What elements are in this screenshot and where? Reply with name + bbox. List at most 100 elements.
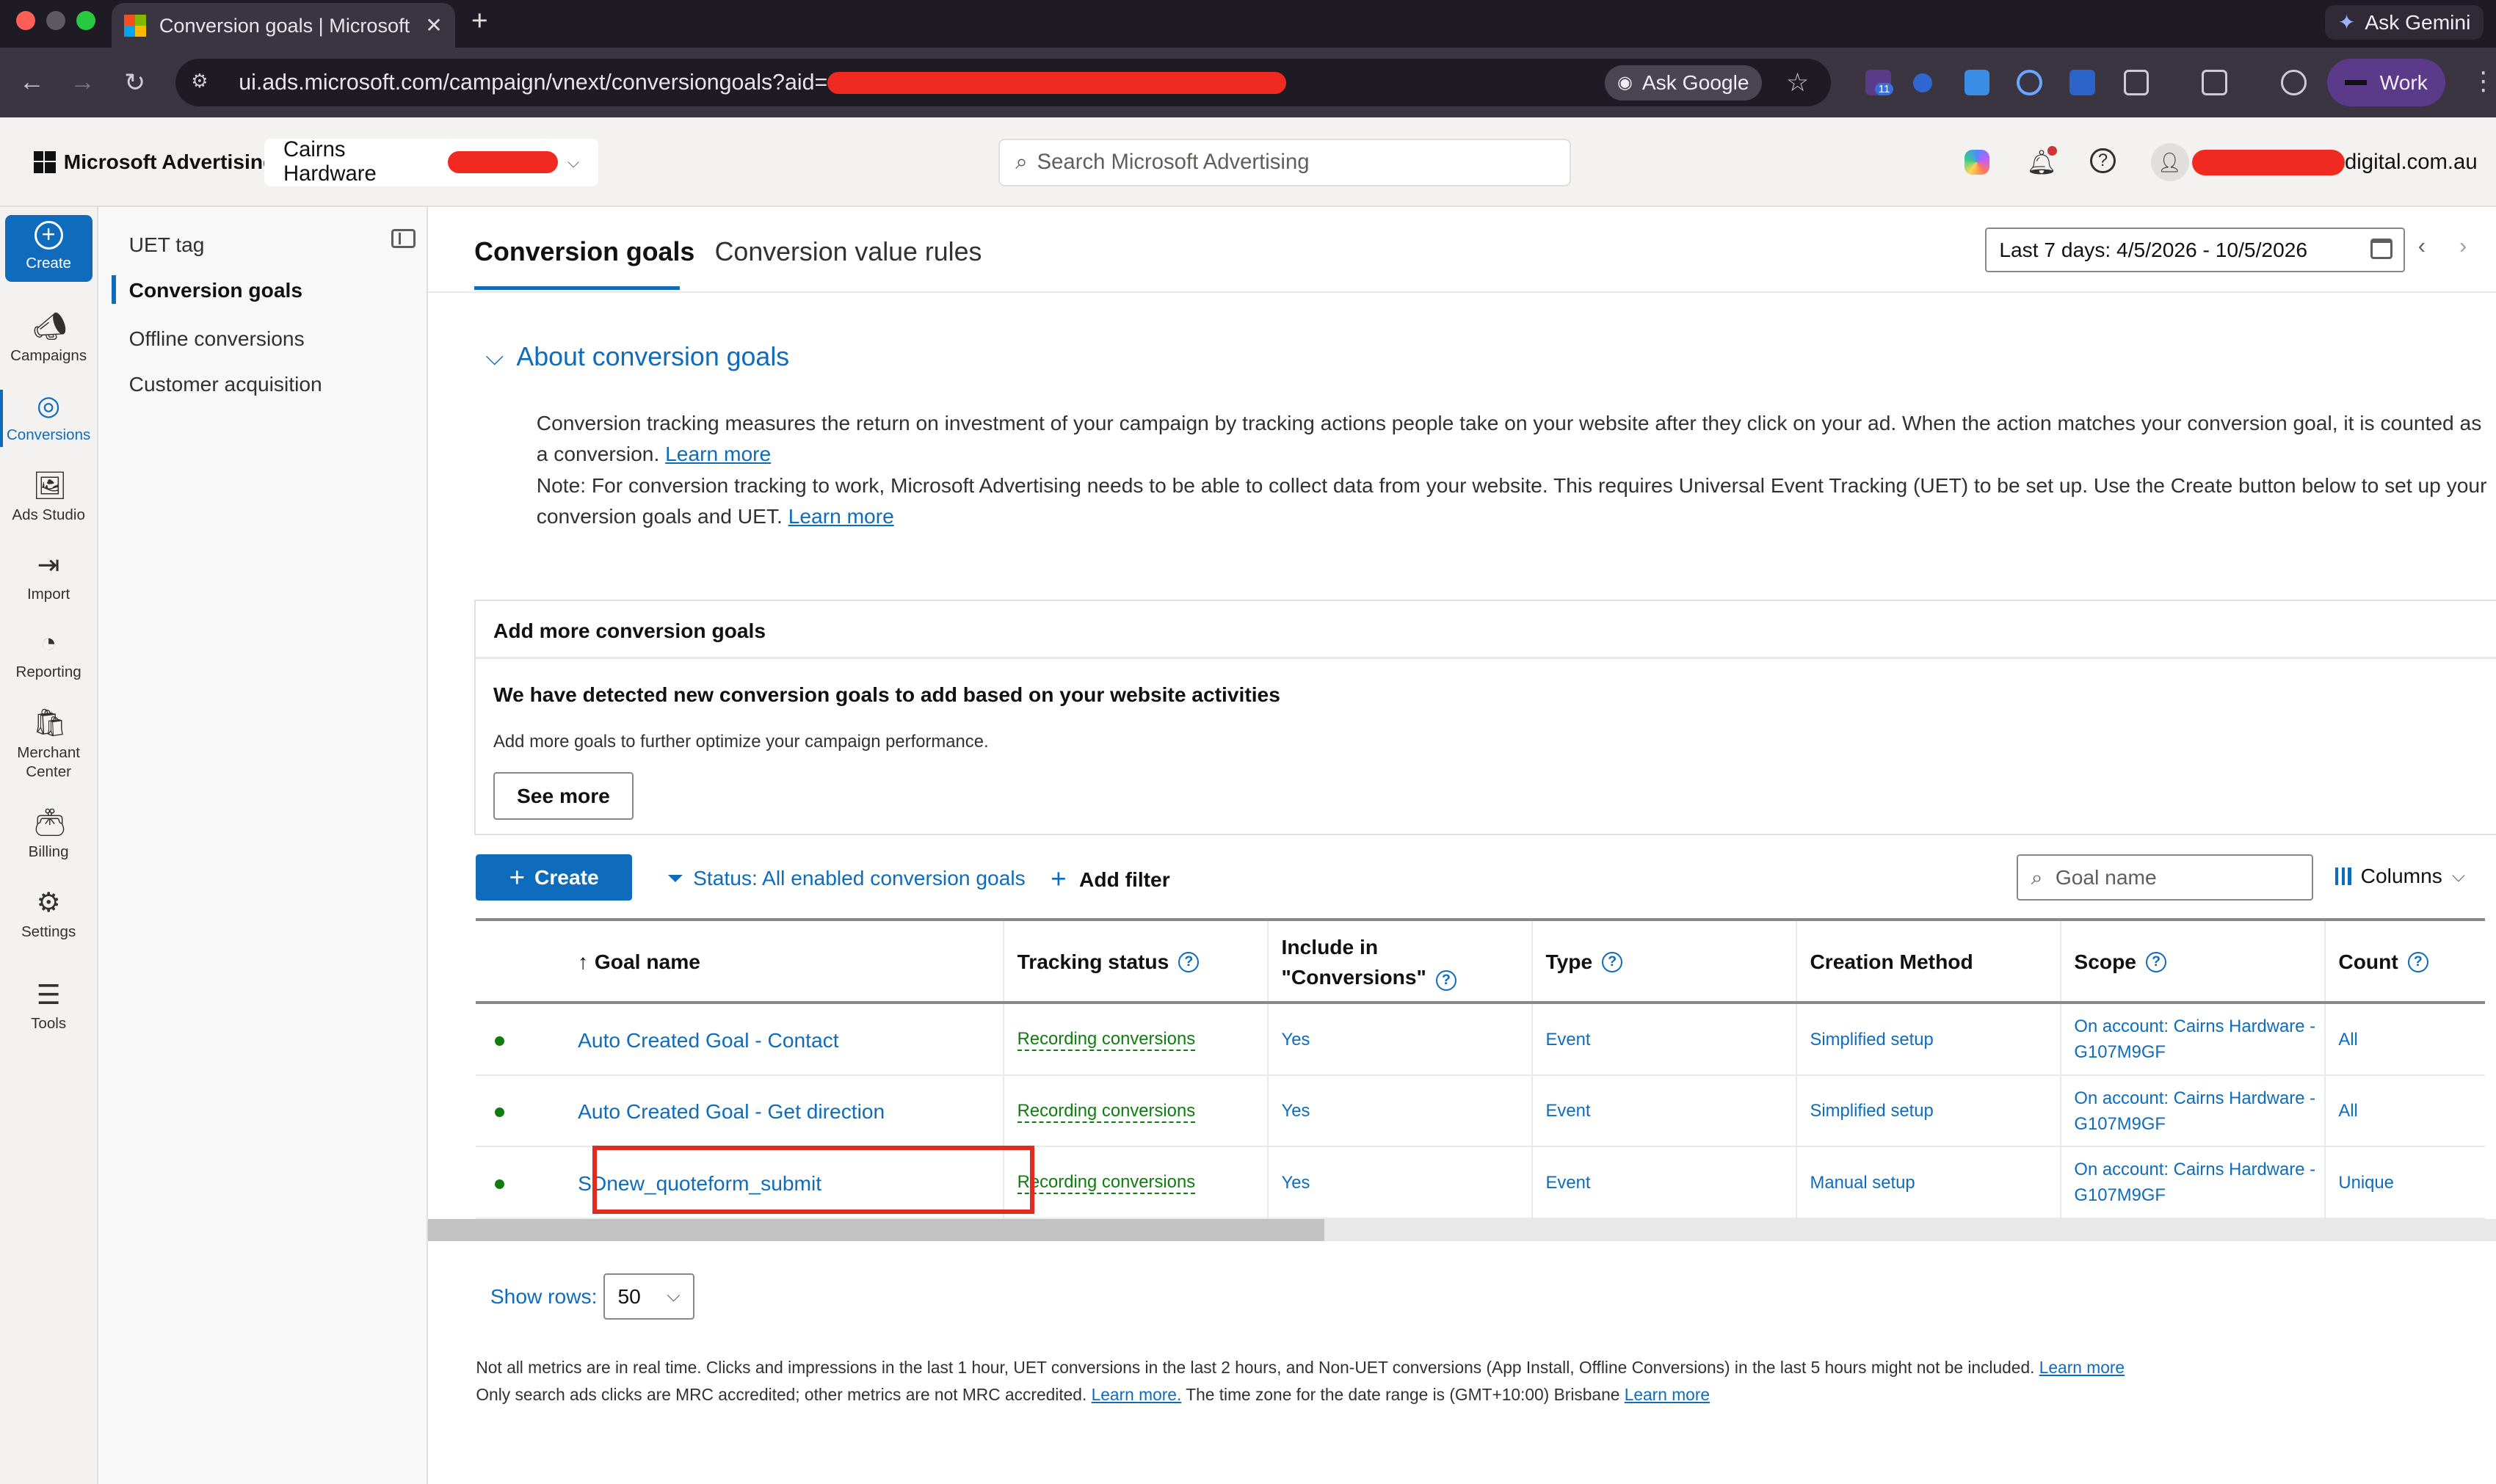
creation-method-cell[interactable]: Simplified setup bbox=[1797, 1075, 2062, 1148]
help-icon[interactable]: ? bbox=[1602, 951, 1623, 972]
rail-item-import[interactable]: ⇥ Import bbox=[5, 549, 92, 603]
rail-create-button[interactable]: + Create bbox=[4, 214, 92, 282]
about-section-toggle[interactable]: ⌵ About conversion goals bbox=[485, 342, 789, 372]
help-icon[interactable]: ? bbox=[1178, 951, 1200, 972]
learn-more-link[interactable]: Learn more bbox=[665, 442, 771, 465]
browser-tab[interactable]: Conversion goals | Microsoft ✕ bbox=[111, 3, 456, 48]
translate-extension-icon[interactable] bbox=[2069, 70, 2095, 96]
create-goal-button[interactable]: + Create bbox=[476, 854, 632, 901]
rail-item-campaigns[interactable]: 📣︎ Campaigns bbox=[5, 310, 92, 365]
rail-item-reporting[interactable]: ◔ Reporting bbox=[5, 627, 92, 681]
user-email[interactable]: digital.com.au bbox=[2191, 149, 2478, 175]
include-cell[interactable]: Yes bbox=[1269, 1075, 1534, 1148]
subnav-item-offline-conversions[interactable]: Offline conversions bbox=[129, 327, 305, 351]
rail-item-conversions[interactable]: ◎ Conversions bbox=[0, 390, 92, 448]
count-cell[interactable]: All bbox=[2326, 1004, 2485, 1076]
scope-cell[interactable]: On account: Cairns Hardware - G107M9GF bbox=[2061, 1004, 2326, 1076]
brand-name[interactable]: Microsoft Advertising bbox=[64, 150, 276, 174]
see-more-button[interactable]: See more bbox=[493, 771, 634, 820]
window-close-button[interactable] bbox=[15, 11, 35, 31]
rows-per-page-select[interactable]: 50 ⌵ bbox=[603, 1273, 694, 1320]
account-selector[interactable]: Cairns Hardware ⌵ bbox=[264, 138, 599, 186]
header-tracking-status[interactable]: Tracking status ? bbox=[1004, 921, 1269, 1003]
tracking-status-link[interactable]: Recording conversions bbox=[1017, 1101, 1196, 1123]
status-filter[interactable]: ⏷ Status: All enabled conversion goals bbox=[667, 866, 1026, 891]
tracking-status-link[interactable]: Recording conversions bbox=[1017, 1029, 1196, 1052]
type-cell[interactable]: Event bbox=[1533, 1075, 1798, 1148]
goal-name-link[interactable]: Auto Created Goal - Contact bbox=[565, 1004, 1005, 1076]
subnav-item-customer-acquisition[interactable]: Customer acquisition bbox=[129, 372, 322, 396]
rail-item-tools[interactable]: ☰ Tools bbox=[5, 979, 92, 1033]
address-bar[interactable]: ⚙ ui.ads.microsoft.com/campaign/vnext/co… bbox=[175, 59, 1831, 107]
help-icon[interactable]: ? bbox=[2145, 951, 2167, 972]
shield-extension-icon[interactable] bbox=[1964, 70, 1990, 96]
tracking-status-link[interactable]: Recording conversions bbox=[1017, 1172, 1196, 1195]
learn-more-link[interactable]: Learn more bbox=[2039, 1358, 2125, 1377]
include-cell[interactable]: Yes bbox=[1269, 1004, 1534, 1076]
reload-icon[interactable]: ↻ bbox=[124, 68, 145, 98]
help-icon[interactable]: ? bbox=[1435, 970, 1457, 991]
magnifier-extension-icon[interactable] bbox=[2017, 70, 2043, 96]
learn-more-link[interactable]: Learn more. bbox=[1092, 1385, 1182, 1404]
browser-menu-icon[interactable]: ⋮ bbox=[2470, 67, 2496, 96]
back-arrow-icon[interactable]: ← bbox=[19, 68, 45, 97]
creation-method-cell[interactable]: Simplified setup bbox=[1797, 1004, 2062, 1076]
type-cell[interactable]: Event bbox=[1533, 1004, 1798, 1076]
close-tab-icon[interactable]: ✕ bbox=[425, 13, 443, 37]
status-filter-label: Status: All enabled conversion goals bbox=[693, 866, 1026, 890]
count-cell[interactable]: All bbox=[2326, 1076, 2485, 1148]
rail-item-billing[interactable]: 👛︎ Billing bbox=[5, 807, 92, 861]
rail-item-settings[interactable]: ⚙ Settings bbox=[5, 887, 92, 941]
help-icon[interactable]: ? bbox=[2090, 148, 2116, 174]
copilot-icon[interactable] bbox=[1963, 148, 1992, 177]
creation-method-cell[interactable]: Manual setup bbox=[1797, 1147, 2062, 1219]
tab-conversion-goals[interactable]: Conversion goals bbox=[474, 237, 694, 267]
scope-cell[interactable]: On account: Cairns Hardware - G107M9GF bbox=[2061, 1147, 2326, 1219]
header-scope[interactable]: Scope ? bbox=[2061, 921, 2326, 1003]
type-cell[interactable]: Event bbox=[1533, 1147, 1798, 1219]
window-maximize-button[interactable] bbox=[76, 11, 96, 31]
tag-extension-icon[interactable] bbox=[1913, 73, 1933, 92]
previous-period-icon[interactable]: ‹ bbox=[2418, 234, 2426, 259]
profile-chip[interactable]: Work bbox=[2327, 59, 2445, 107]
header-type[interactable]: Type ? bbox=[1533, 921, 1798, 1003]
rail-item-ads-studio[interactable]: 🖼︎ Ads Studio bbox=[5, 470, 92, 524]
goal-name-link[interactable]: Auto Created Goal - Get direction bbox=[565, 1075, 1005, 1148]
learn-more-link[interactable]: Learn more bbox=[788, 504, 894, 528]
window-minimize-button[interactable] bbox=[46, 11, 65, 31]
header-count[interactable]: Count ? bbox=[2326, 921, 2485, 1003]
bookmark-star-icon[interactable]: ☆ bbox=[1786, 68, 1809, 98]
performance-icon[interactable] bbox=[2281, 70, 2307, 96]
subnav-item-conversion-goals[interactable]: Conversion goals bbox=[111, 275, 302, 305]
notifications-bell-icon[interactable]: 🔔︎ bbox=[2026, 146, 2057, 177]
ask-gemini-button[interactable]: ✦ Ask Gemini bbox=[2325, 4, 2484, 40]
extension-icon[interactable]: 11 bbox=[1865, 70, 1893, 96]
scope-cell[interactable]: On account: Cairns Hardware - G107M9GF bbox=[2061, 1075, 2326, 1148]
collapse-panel-icon[interactable] bbox=[391, 229, 416, 249]
rail-item-merchant-center[interactable]: 🛍︎ Merchant Center bbox=[5, 707, 92, 782]
global-search-input[interactable]: ⌕ Search Microsoft Advertising bbox=[998, 138, 1572, 186]
user-avatar-icon[interactable]: 👤︎ bbox=[2150, 143, 2189, 182]
header-goal-name[interactable]: ↑ Goal name bbox=[565, 921, 1005, 1003]
extensions-puzzle-icon[interactable] bbox=[2123, 70, 2149, 96]
forward-arrow-icon[interactable]: → bbox=[70, 68, 95, 97]
columns-button[interactable]: Columns ⌵ bbox=[2335, 864, 2465, 888]
include-cell[interactable]: Yes bbox=[1269, 1147, 1534, 1219]
header-creation-method[interactable]: Creation Method bbox=[1797, 921, 2062, 1003]
tab-conversion-value-rules[interactable]: Conversion value rules bbox=[715, 237, 982, 267]
add-filter-button[interactable]: + Add filter bbox=[1051, 864, 1170, 895]
help-icon[interactable]: ? bbox=[2407, 951, 2428, 972]
tab-search-icon[interactable] bbox=[2201, 70, 2227, 96]
count-cell[interactable]: Unique bbox=[2326, 1147, 2485, 1219]
date-range-picker[interactable]: Last 7 days: 4/5/2026 - 10/5/2026 bbox=[1984, 228, 2406, 272]
horizontal-scrollbar-thumb[interactable] bbox=[428, 1218, 1325, 1242]
subnav-item-uet-tag[interactable]: UET tag bbox=[129, 233, 205, 257]
header-include-in-conversions[interactable]: Include in "Conversions"? bbox=[1269, 921, 1534, 1003]
ask-google-button[interactable]: ◉ Ask Google bbox=[1604, 65, 1762, 101]
learn-more-link[interactable]: Learn more bbox=[1625, 1385, 1710, 1404]
goal-name-search-input[interactable]: ⌕ Goal name bbox=[2017, 854, 2313, 901]
site-settings-icon[interactable]: ⚙ bbox=[191, 70, 217, 95]
new-tab-button[interactable]: + bbox=[471, 5, 488, 37]
chevron-down-icon: ⌵ bbox=[485, 343, 504, 370]
next-period-icon[interactable]: › bbox=[2459, 234, 2467, 259]
